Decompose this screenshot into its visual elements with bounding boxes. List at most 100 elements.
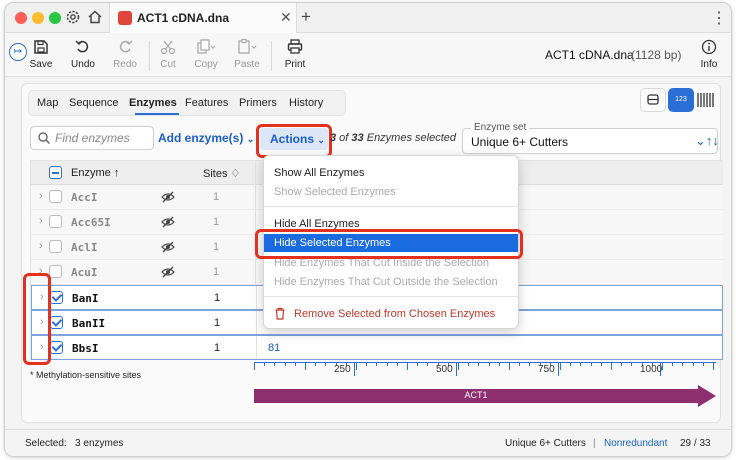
enzyme-name: AccI: [71, 191, 98, 204]
row-checkbox[interactable]: [49, 215, 62, 228]
enzyme-name: Acc65I: [71, 216, 111, 229]
trash-icon: [275, 307, 285, 320]
ruler-tick: [498, 362, 500, 366]
cut-position-link[interactable]: 81: [268, 342, 280, 354]
info-button[interactable]: Info: [689, 37, 729, 70]
feature-arrow-icon: [698, 385, 716, 407]
ruler-tick: [702, 362, 704, 366]
status-enzyme-set: Unique 6+ Cutters: [505, 438, 586, 449]
redo-button[interactable]: Redo: [105, 37, 145, 70]
ruler-tick: [488, 362, 490, 366]
ruler-tick: [458, 362, 459, 370]
search-input[interactable]: [55, 130, 151, 146]
add-enzyme-label: Add enzyme(s): [158, 131, 244, 145]
enzyme-set-select[interactable]: Enzyme set Unique 6+ Cutters ⌄↑↓: [462, 122, 719, 154]
ruler-tick: [621, 362, 623, 366]
home-icon[interactable]: [87, 9, 103, 28]
copy-button[interactable]: Copy: [186, 37, 226, 70]
ruler-tick: [305, 362, 306, 370]
ruler-tick: [590, 362, 592, 366]
chevron-right-icon[interactable]: ›: [39, 215, 43, 227]
print-label: Print: [284, 59, 306, 70]
ruler-tick: [396, 362, 398, 366]
enzyme-name: AcuI: [71, 266, 98, 279]
ruler-tick: [274, 362, 276, 366]
nonredundant-link[interactable]: Nonredundant: [604, 438, 667, 449]
row-checkbox[interactable]: [49, 190, 62, 203]
zoom-window-button[interactable]: [49, 12, 61, 24]
row-checkbox-checked[interactable]: [50, 291, 63, 304]
more-options-icon[interactable]: ⋮: [711, 8, 727, 28]
tab-features[interactable]: Features: [185, 97, 228, 109]
minimize-window-button[interactable]: [32, 12, 44, 24]
document-tab[interactable]: ACT1 cDNA.dna ✕: [109, 3, 297, 33]
row-checkbox-checked[interactable]: [50, 316, 63, 329]
undo-button[interactable]: Undo: [63, 37, 103, 70]
ruler-tick: [366, 362, 368, 366]
row-checkbox-checked[interactable]: [50, 341, 63, 354]
tab-primers[interactable]: Primers: [239, 97, 277, 109]
menu-item-remove-selected[interactable]: Remove Selected from Chosen Enzymes: [294, 308, 495, 320]
rows-icon: [647, 94, 659, 105]
tab-enzymes[interactable]: Enzymes: [129, 97, 177, 109]
new-tab-icon[interactable]: +: [301, 7, 311, 27]
compact-view-button[interactable]: [640, 88, 666, 112]
site-count: 1: [214, 342, 221, 354]
view-mode-group: 123: [640, 86, 720, 114]
site-count: 1: [213, 191, 220, 203]
sort-arrows-icon[interactable]: ⌄↑↓: [695, 133, 719, 149]
gear-icon[interactable]: [65, 9, 81, 28]
tab-map[interactable]: Map: [37, 97, 58, 109]
menu-divider: [264, 206, 518, 207]
ruler-major-tick: [558, 362, 559, 376]
menu-item-hide-cut-outside[interactable]: Hide Enzymes That Cut Outside the Select…: [274, 276, 498, 288]
row-checkbox[interactable]: [49, 240, 62, 253]
ruler-tick: [529, 362, 531, 366]
row-checkbox[interactable]: [49, 265, 62, 278]
copy-icon: [197, 39, 216, 54]
feature-label: ACT1: [464, 390, 488, 400]
ruler-tick: [264, 362, 266, 366]
close-tab-icon[interactable]: ✕: [280, 9, 292, 26]
save-label: Save: [29, 59, 53, 70]
menu-item-show-selected[interactable]: Show Selected Enzymes: [274, 186, 396, 198]
close-window-button[interactable]: [15, 12, 27, 24]
ruler-tick: [325, 362, 327, 366]
add-enzyme-button[interactable]: Add enzyme(s) ⌄: [158, 131, 254, 145]
select-all-checkbox[interactable]: [49, 166, 62, 179]
ruler-tick: [254, 362, 255, 370]
cut-button[interactable]: Cut: [148, 37, 188, 70]
enzyme-name: BanI: [72, 292, 99, 305]
copy-label: Copy: [194, 59, 218, 70]
checkbox-annotation-box: [23, 273, 51, 365]
ruler-tick: [560, 362, 561, 370]
ruler-label: 750: [538, 364, 555, 375]
sequence-length: (1128 bp): [631, 48, 682, 62]
enzyme-column-header[interactable]: Enzyme ↑: [71, 167, 119, 179]
column-divider: [255, 260, 256, 284]
chevron-right-icon[interactable]: ›: [39, 190, 43, 202]
sequence-view-icon[interactable]: [696, 92, 716, 111]
ruler-tick: [672, 362, 674, 366]
selection-status: Selected: 3 enzymes: [25, 438, 124, 449]
paste-button[interactable]: Paste: [227, 37, 267, 70]
save-button[interactable]: Save: [21, 37, 61, 70]
sites-column-header[interactable]: Sites ♢: [203, 167, 240, 180]
table-row-selected[interactable]: › BbsI 1 81: [31, 335, 723, 360]
eye-slash-icon: [161, 266, 175, 278]
enzyme-search-box: [30, 126, 154, 150]
chevron-right-icon[interactable]: ›: [39, 240, 43, 252]
ruler-tick: [509, 362, 510, 370]
numbered-view-button[interactable]: 123: [668, 88, 694, 112]
status-bar: Selected: 3 enzymes Unique 6+ Cutters | …: [5, 429, 731, 456]
ruler-tick: [417, 362, 419, 366]
ruler-tick: [611, 362, 612, 370]
undo-icon: [75, 40, 89, 53]
tab-history[interactable]: History: [289, 97, 323, 109]
eye-slash-icon: [161, 241, 175, 253]
print-button[interactable]: Print: [275, 37, 315, 70]
ruler-tick: [519, 362, 521, 366]
tab-sequence[interactable]: Sequence: [69, 97, 119, 109]
menu-item-show-all[interactable]: Show All Enzymes: [274, 167, 364, 179]
site-count: 1: [213, 241, 220, 253]
